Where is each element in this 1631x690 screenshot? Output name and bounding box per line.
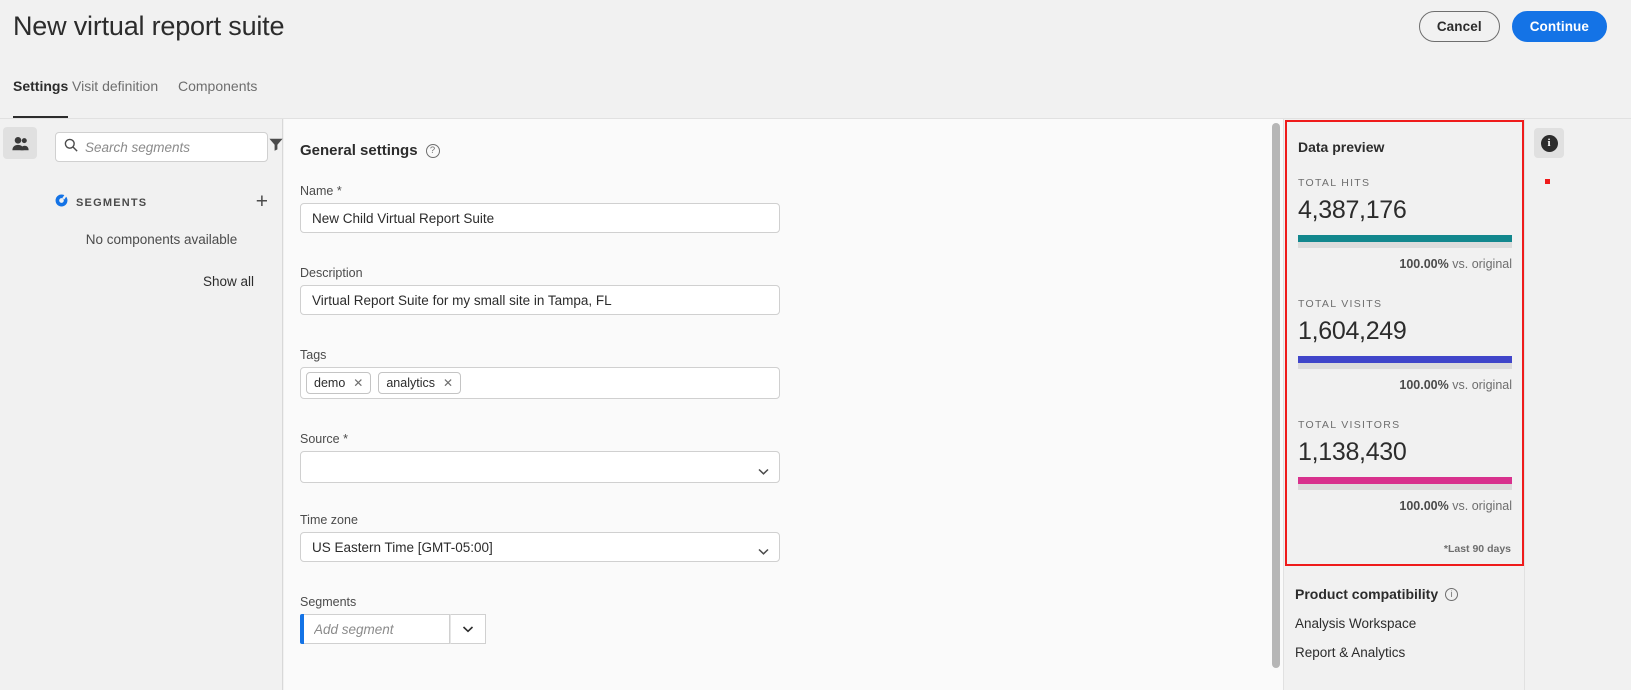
metric-label: TOTAL VISITORS xyxy=(1298,419,1401,431)
compat-item-report-analytics: Report & Analytics xyxy=(1295,645,1406,660)
metric-comparison-pct: 100.00% xyxy=(1399,378,1449,392)
tag-label: demo xyxy=(314,376,346,390)
metric-value: 1,138,430 xyxy=(1298,438,1407,466)
metric-label: TOTAL HITS xyxy=(1298,177,1371,189)
tab-components[interactable]: Components xyxy=(178,78,257,118)
metric-bar-fill xyxy=(1298,356,1512,363)
virtual-report-suite-page: New virtual report suite Cancel Continue… xyxy=(0,0,1631,690)
add-segment-input-wrap[interactable] xyxy=(304,614,450,644)
info-circle-icon[interactable]: i xyxy=(1445,587,1459,601)
general-settings-header: General settings ? xyxy=(300,142,440,159)
add-segment-combobox[interactable] xyxy=(300,614,486,644)
chevron-down-icon xyxy=(462,620,474,638)
chevron-down-icon xyxy=(758,464,769,475)
product-compatibility-section: Product compatibility i Analysis Workspa… xyxy=(1295,586,1520,660)
data-preview-footnote: *Last 90 days xyxy=(1443,543,1511,555)
metric-value: 4,387,176 xyxy=(1298,196,1407,224)
tags-field-group: Tags demo ✕ analytics ✕ xyxy=(300,348,780,399)
tab-visit-definition[interactable]: Visit definition xyxy=(72,78,158,118)
segments-section-label: SEGMENTS xyxy=(76,197,148,209)
far-right-rail: i xyxy=(1524,119,1631,690)
segments-field-group: Segments xyxy=(300,595,486,644)
metric-comparison: 100.00% vs. original xyxy=(1298,257,1512,271)
tags-input[interactable]: demo ✕ analytics ✕ xyxy=(300,367,780,399)
tags-label: Tags xyxy=(300,348,327,362)
tab-bar: Settings Visit definition Components xyxy=(0,78,1631,118)
metric-value: 1,604,249 xyxy=(1298,317,1407,345)
header-actions: Cancel Continue xyxy=(1418,11,1607,42)
product-compatibility-title: Product compatibility xyxy=(1295,586,1439,602)
close-icon[interactable]: ✕ xyxy=(443,376,453,390)
name-label: Name * xyxy=(300,184,342,198)
metric-comparison-text: vs. original xyxy=(1452,378,1512,392)
metric-comparison-pct: 100.00% xyxy=(1399,499,1449,513)
segment-icon xyxy=(55,194,68,212)
tag-chip[interactable]: demo ✕ xyxy=(306,372,372,394)
show-all-link[interactable]: Show all xyxy=(203,274,254,289)
chevron-down-icon xyxy=(758,544,769,555)
metric-total-visitors: TOTAL VISITORS 1,138,430 100.00% vs. ori… xyxy=(1298,419,1512,513)
segments-empty-message: No components available xyxy=(85,232,238,247)
search-icon xyxy=(64,138,78,157)
metric-label: TOTAL VISITS xyxy=(1298,298,1383,310)
timezone-value: US Eastern Time [GMT-05:00] xyxy=(312,539,493,555)
source-label: Source * xyxy=(300,432,348,446)
data-preview-card: Data preview TOTAL HITS 4,387,176 100.00… xyxy=(1285,120,1524,566)
description-input[interactable] xyxy=(300,285,780,315)
search-input[interactable] xyxy=(85,139,262,155)
compat-item-analysis-workspace: Analysis Workspace xyxy=(1295,616,1417,631)
metric-bar-track xyxy=(1298,477,1512,490)
users-icon[interactable] xyxy=(3,127,37,159)
metric-comparison-text: vs. original xyxy=(1452,499,1512,513)
question-circle-icon[interactable]: ? xyxy=(425,143,440,158)
tag-label: analytics xyxy=(386,376,435,390)
metric-total-hits: TOTAL HITS 4,387,176 100.00% vs. origina… xyxy=(1298,177,1512,271)
segments-dropdown-button[interactable] xyxy=(450,614,486,644)
search-segments-container[interactable] xyxy=(55,132,283,162)
left-icon-rail xyxy=(0,119,40,690)
metric-bar-track xyxy=(1298,356,1512,369)
right-panel: Data preview TOTAL HITS 4,387,176 100.00… xyxy=(1283,119,1524,690)
main-scrollbar-thumb[interactable] xyxy=(1272,123,1280,668)
cancel-button[interactable]: Cancel xyxy=(1418,11,1500,42)
info-filled-icon[interactable]: i xyxy=(1534,128,1564,158)
add-segment-input[interactable] xyxy=(314,621,439,637)
data-preview-title: Data preview xyxy=(1298,139,1385,155)
metric-bar-fill xyxy=(1298,477,1512,484)
timezone-field-group: Time zone US Eastern Time [GMT-05:00] xyxy=(300,513,780,562)
tag-chip[interactable]: analytics ✕ xyxy=(378,372,462,394)
tab-settings[interactable]: Settings xyxy=(13,78,69,118)
timezone-label: Time zone xyxy=(300,513,358,527)
segments-label: Segments xyxy=(300,595,357,609)
description-field-group: Description xyxy=(300,266,780,315)
source-field-group: Source * xyxy=(300,432,780,483)
metric-bar-track xyxy=(1298,235,1512,248)
timezone-select[interactable]: US Eastern Time [GMT-05:00] xyxy=(300,532,780,562)
metric-total-visits: TOTAL VISITS 1,604,249 100.00% vs. origi… xyxy=(1298,298,1512,392)
filter-icon[interactable] xyxy=(269,138,283,156)
metric-comparison: 100.00% vs. original xyxy=(1298,499,1512,513)
name-field-group: Name * xyxy=(300,184,780,233)
metric-comparison: 100.00% vs. original xyxy=(1298,378,1512,392)
segments-sidebar: SEGMENTS + No components available Show … xyxy=(40,119,283,690)
description-label: Description xyxy=(300,266,363,280)
general-settings-panel: General settings ? Name * Description Ta… xyxy=(284,119,1287,690)
metric-bar-fill xyxy=(1298,235,1512,242)
close-icon[interactable]: ✕ xyxy=(353,376,363,390)
metric-comparison-pct: 100.00% xyxy=(1399,257,1449,271)
section-title: General settings xyxy=(300,142,418,159)
info-glyph: i xyxy=(1540,134,1558,152)
metric-comparison-text: vs. original xyxy=(1452,257,1512,271)
page-title: New virtual report suite xyxy=(13,11,285,41)
name-input[interactable] xyxy=(300,203,780,233)
segments-section-header: SEGMENTS + xyxy=(55,191,268,213)
product-compatibility-header: Product compatibility i xyxy=(1295,586,1520,602)
continue-button[interactable]: Continue xyxy=(1511,11,1607,42)
highlight-marker xyxy=(1545,179,1550,184)
plus-icon[interactable]: + xyxy=(256,191,268,212)
page-header: New virtual report suite Cancel Continue xyxy=(0,0,1631,72)
source-select[interactable] xyxy=(300,451,780,483)
